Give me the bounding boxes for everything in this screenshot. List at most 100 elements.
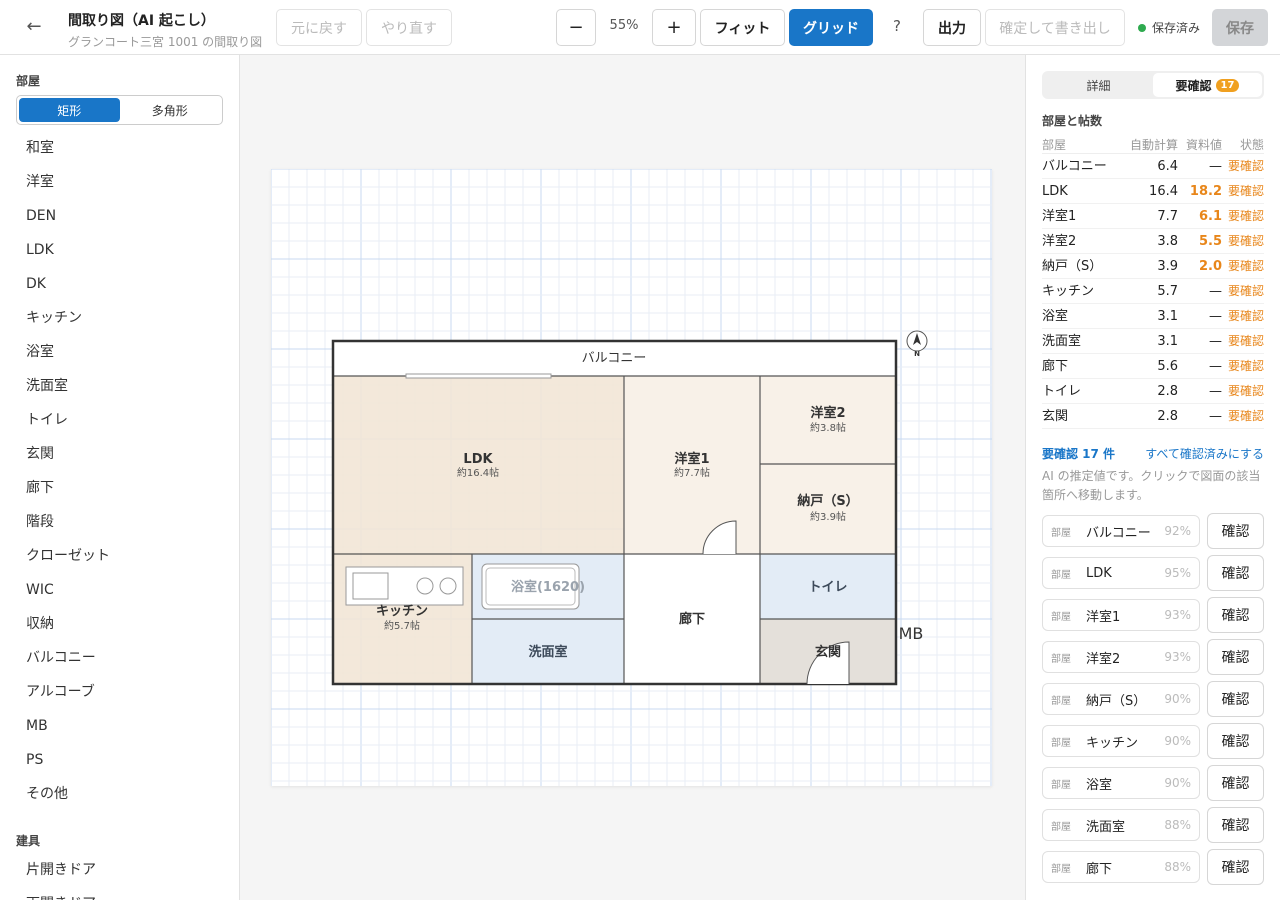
- review-card[interactable]: 部屋 浴室 90%: [1042, 767, 1200, 799]
- confirm-button[interactable]: 確認: [1207, 765, 1264, 801]
- room-storage[interactable]: [760, 464, 896, 554]
- room-type-item[interactable]: 浴室: [26, 335, 110, 369]
- floorplan-sheet[interactable]: バルコニー LDK 約16.4帖 洋室1 約7.7帖 洋室2 約3.8帖 納戸（…: [271, 169, 992, 786]
- row-status[interactable]: 要確認: [1222, 279, 1264, 303]
- row-status[interactable]: 要確認: [1222, 379, 1264, 403]
- export-button[interactable]: 出力: [923, 9, 981, 46]
- confirm-button[interactable]: 確認: [1207, 639, 1264, 675]
- room-type-item[interactable]: その他: [26, 777, 110, 811]
- review-name: 廊下: [1086, 861, 1113, 877]
- room-type-item[interactable]: バルコニー: [26, 641, 110, 675]
- row-status[interactable]: 要確認: [1222, 204, 1264, 228]
- label-bedroom2: 洋室2: [810, 405, 845, 421]
- row-doc-value: —: [1209, 284, 1222, 299]
- grid-toggle-button[interactable]: グリッド: [789, 9, 873, 46]
- table-row[interactable]: バルコニー 6.4 — 要確認: [1042, 154, 1264, 179]
- row-status[interactable]: 要確認: [1222, 229, 1264, 253]
- room-type-item[interactable]: 洋室: [26, 165, 110, 199]
- room-type-item[interactable]: 玄関: [26, 437, 110, 471]
- room-type-item[interactable]: WIC: [26, 573, 110, 607]
- confirm-button[interactable]: 確認: [1207, 681, 1264, 717]
- review-card[interactable]: 部屋 LDK 95%: [1042, 557, 1200, 589]
- room-type-item[interactable]: DK: [26, 267, 110, 301]
- fixture-item[interactable]: 片開きドア: [26, 853, 96, 887]
- table-row[interactable]: 廊下 5.6 — 要確認: [1042, 354, 1264, 379]
- review-confidence: 90%: [1164, 692, 1191, 706]
- row-status[interactable]: 要確認: [1222, 154, 1264, 178]
- row-room-name: 洋室2: [1042, 234, 1077, 249]
- floorplan-svg[interactable]: バルコニー LDK 約16.4帖 洋室1 約7.7帖 洋室2 約3.8帖 納戸（…: [271, 169, 992, 786]
- room-type-item[interactable]: 収納: [26, 607, 110, 641]
- room-type-item[interactable]: MB: [26, 709, 110, 743]
- redo-button[interactable]: やり直す: [366, 9, 452, 46]
- row-status[interactable]: 要確認: [1222, 254, 1264, 278]
- confirm-export-button[interactable]: 確定して書き出し: [985, 9, 1125, 46]
- review-card[interactable]: 部屋 洋室2 93%: [1042, 641, 1200, 673]
- label-bath: 浴室(1620): [511, 579, 585, 595]
- back-arrow-icon[interactable]: ←: [22, 15, 46, 39]
- review-card[interactable]: 部屋 洗面室 88%: [1042, 809, 1200, 841]
- room-type-item[interactable]: LDK: [26, 233, 110, 267]
- review-card[interactable]: 部屋 廊下 88%: [1042, 851, 1200, 883]
- room-type-item[interactable]: アルコーブ: [26, 675, 110, 709]
- confirm-button[interactable]: 確認: [1207, 807, 1264, 843]
- row-status[interactable]: 要確認: [1222, 404, 1264, 428]
- undo-button[interactable]: 元に戻す: [276, 9, 362, 46]
- tab-review[interactable]: 要確認 17: [1153, 73, 1262, 97]
- col-auto: 自動計算: [1129, 138, 1178, 152]
- table-row[interactable]: LDK 16.4 18.2 要確認: [1042, 179, 1264, 204]
- room-type-item[interactable]: 階段: [26, 505, 110, 539]
- row-status[interactable]: 要確認: [1222, 304, 1264, 328]
- row-status[interactable]: 要確認: [1222, 179, 1264, 203]
- table-row[interactable]: 洗面室 3.1 — 要確認: [1042, 329, 1264, 354]
- mode-polygon-button[interactable]: 多角形: [120, 98, 221, 122]
- label-hallway: 廊下: [679, 611, 705, 627]
- row-room-name: 廊下: [1042, 359, 1069, 374]
- row-status[interactable]: 要確認: [1222, 354, 1264, 378]
- table-row[interactable]: 浴室 3.1 — 要確認: [1042, 304, 1264, 329]
- window-sash[interactable]: [405, 373, 552, 379]
- room-type-item[interactable]: トイレ: [26, 403, 110, 437]
- table-row[interactable]: 洋室1 7.7 6.1 要確認: [1042, 204, 1264, 229]
- room-type-item[interactable]: 洗面室: [26, 369, 110, 403]
- zoom-out-button[interactable]: −: [556, 9, 596, 46]
- tab-detail[interactable]: 詳細: [1044, 73, 1153, 97]
- review-card[interactable]: 部屋 洋室1 93%: [1042, 599, 1200, 631]
- row-room-name: 浴室: [1042, 309, 1069, 324]
- room-type-item[interactable]: PS: [26, 743, 110, 777]
- review-card[interactable]: 部屋 キッチン 90%: [1042, 725, 1200, 757]
- confirm-button[interactable]: 確認: [1207, 723, 1264, 759]
- save-button[interactable]: 保存: [1212, 9, 1268, 46]
- confirm-button[interactable]: 確認: [1207, 555, 1264, 591]
- table-row[interactable]: 玄関 2.8 — 要確認: [1042, 404, 1264, 429]
- fixture-item[interactable]: 両開きドア: [26, 887, 96, 900]
- left-palette: 部屋 矩形 多角形 和室 洋室 DEN LDK DK キッチン 浴室 洗面室 ト…: [0, 55, 240, 900]
- label-mb: MB: [899, 624, 924, 643]
- table-row[interactable]: キッチン 5.7 — 要確認: [1042, 279, 1264, 304]
- table-row[interactable]: トイレ 2.8 — 要確認: [1042, 379, 1264, 404]
- room-type-item[interactable]: 和室: [26, 131, 110, 165]
- zoom-in-button[interactable]: +: [652, 9, 696, 46]
- help-icon[interactable]: ?: [886, 17, 908, 35]
- table-row[interactable]: 洋室2 3.8 5.5 要確認: [1042, 229, 1264, 254]
- fixtures-section-label: 建具: [16, 834, 41, 848]
- table-row[interactable]: 納戸（S） 3.9 2.0 要確認: [1042, 254, 1264, 279]
- label-storage: 納戸（S）: [797, 493, 858, 509]
- fit-button[interactable]: フィット: [700, 9, 785, 46]
- room-type-item[interactable]: DEN: [26, 199, 110, 233]
- mode-rect-button[interactable]: 矩形: [19, 98, 120, 122]
- review-name: 洗面室: [1086, 819, 1126, 835]
- review-card[interactable]: 部屋 納戸（S） 90%: [1042, 683, 1200, 715]
- room-type-item[interactable]: クローゼット: [26, 539, 110, 573]
- review-kind: 部屋: [1051, 611, 1071, 623]
- drawing-canvas[interactable]: バルコニー LDK 約16.4帖 洋室1 約7.7帖 洋室2 約3.8帖 納戸（…: [240, 55, 1025, 900]
- confirm-button[interactable]: 確認: [1207, 513, 1264, 549]
- review-card[interactable]: 部屋 バルコニー 92%: [1042, 515, 1200, 547]
- room-type-item[interactable]: 廊下: [26, 471, 110, 505]
- mark-all-confirmed-link[interactable]: すべて確認済みにする: [1145, 445, 1264, 462]
- confirm-button[interactable]: 確認: [1207, 597, 1264, 633]
- row-auto-value: 5.6: [1157, 359, 1178, 374]
- room-type-item[interactable]: キッチン: [26, 301, 110, 335]
- confirm-button[interactable]: 確認: [1207, 849, 1264, 885]
- row-status[interactable]: 要確認: [1222, 329, 1264, 353]
